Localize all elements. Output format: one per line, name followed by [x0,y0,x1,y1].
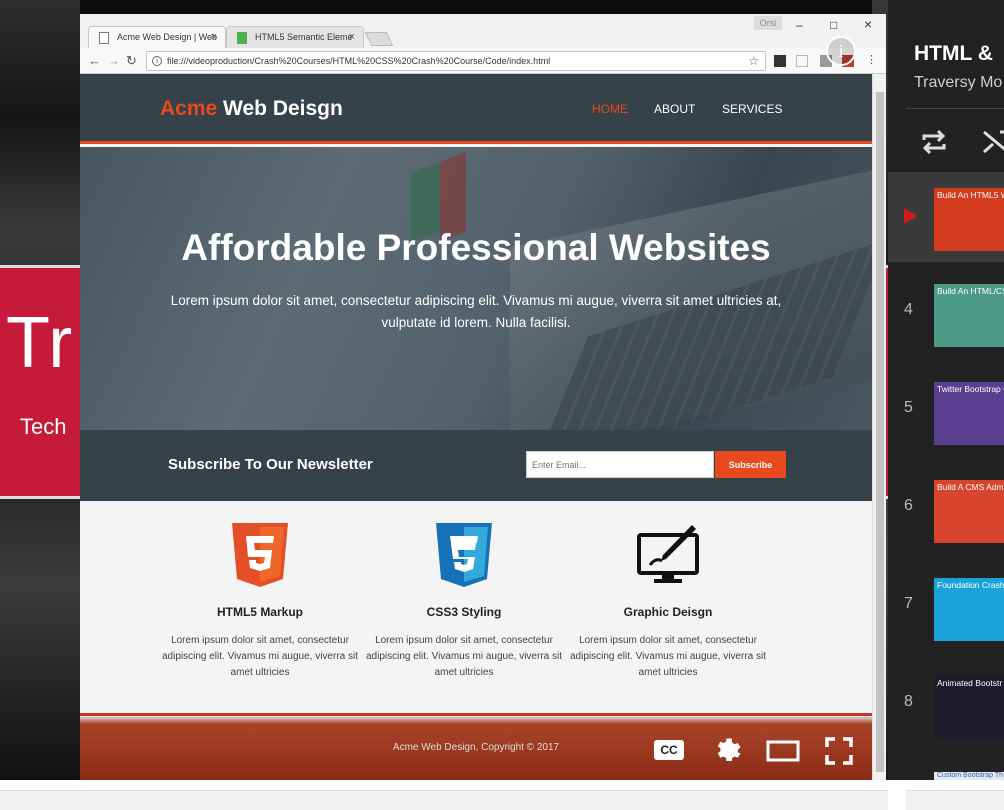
site-header: Acme Web Deisgn HOME ABOUT SERVICES [80,74,872,144]
page-bottom [0,780,1004,810]
menu-icon[interactable]: ⋮ [866,53,877,66]
feature-boxes: HTML5 Markup Lorem ipsum dolor sit amet,… [80,501,872,713]
nav-services[interactable]: SERVICES [722,102,782,116]
theater-mode-icon[interactable] [766,736,800,766]
new-tab-button[interactable] [364,32,394,46]
tab-label: Acme Web Design | Web [117,32,218,42]
browser-window: Acme Web Design | Web × HTML5 Semantic E… [80,14,886,780]
address-bar: ← → ↻ i file:///videoproduction/Crash%20… [80,48,886,74]
newsletter-title: Subscribe To Our Newsletter [168,456,373,473]
tab-acme[interactable]: Acme Web Design | Web × [88,26,226,48]
scrollbar-thumb[interactable] [876,92,884,772]
playlist-channel[interactable]: Traversy Mo [914,74,1002,92]
minimize-icon[interactable]: – [796,18,803,32]
extension-icon[interactable] [796,55,808,67]
thumbnail-caption: Build An HTML5 W [937,190,1004,200]
video-player[interactable]: Tr Tech Acme Web Design | Web × HTML5 Se… [0,0,888,780]
copyright-text: Acme Web Design, Copyright © 2017 [392,742,560,753]
playlist-index: 5 [904,399,913,416]
now-playing-icon [904,208,917,224]
divider [906,108,1004,109]
feature-text: Lorem ipsum dolor sit amet, consectetur … [365,635,562,678]
nav-about[interactable]: ABOUT [654,102,695,116]
site-footer: Acme Web Design, Copyright © 2017 [80,713,872,780]
tab-label: HTML5 Semantic Eleme [255,32,353,42]
playlist-item[interactable]: Build An HTML5 W [888,172,1004,262]
playlist-index: 4 [904,301,913,318]
thumbnail-caption: Animated Bootstr [937,678,1003,688]
playlist-item[interactable]: 7 Foundation Crash Course [888,562,1004,652]
css3-icon [436,523,492,587]
feature-title: Graphic Deisgn [623,605,713,619]
thumbnail-caption: Twitter Bootstrap C [937,384,1004,394]
close-tab-icon[interactable]: × [349,31,355,43]
loop-icon[interactable] [918,126,950,158]
feature-title: HTML5 Markup [216,605,303,619]
thumbnail-caption: Foundation Crash Course [937,580,1004,590]
bookmark-star-icon[interactable]: ☆ [748,54,759,68]
video-thumbnail[interactable]: Custom Bootstrap Th [934,772,1004,780]
newsletter: Subscribe To Our Newsletter Subscribe [80,430,872,501]
site-logo[interactable]: Acme Web Deisgn [160,97,343,121]
playlist-item[interactable]: 8 Animated Bootstr [888,660,1004,750]
playlist-index: 8 [904,693,913,710]
subscribe-button[interactable]: Subscribe [715,451,786,478]
playlist-item[interactable]: 5 Twitter Bootstrap C [888,366,1004,456]
background-slide-subtitle: Tech [20,414,67,439]
feature-text: Lorem ipsum dolor sit amet, consectetur … [569,635,766,678]
showcase: Affordable Professional Websites Lorem i… [80,147,872,430]
page-icon [99,32,109,44]
video-thumbnail[interactable]: Foundation Crash Course [934,578,1004,641]
playlist-item[interactable]: 6 Build A CMS Adm [888,464,1004,554]
settings-icon[interactable] [712,736,742,766]
below-sidebar-area [906,790,1004,810]
shuffle-icon[interactable] [980,126,1004,158]
extension-icon[interactable] [774,55,786,67]
tab-html5-semantic[interactable]: HTML5 Semantic Eleme × [226,26,364,48]
webpage: Acme Web Deisgn HOME ABOUT SERVICES Affo… [80,74,872,780]
close-tab-icon[interactable]: × [211,31,217,43]
video-thumbnail[interactable]: Build An HTML5 W [934,188,1004,251]
url-field[interactable]: i file:///videoproduction/Crash%20Course… [146,51,766,71]
site-info-icon[interactable]: i [152,56,162,66]
scrollbar[interactable] [872,74,886,780]
close-window-icon[interactable]: × [864,16,872,32]
playlist-panel: HTML & Traversy Mo Build An HTML5 W 4 Bu… [888,0,1004,780]
playlist-title[interactable]: HTML & [914,42,993,66]
page-icon [237,32,247,44]
playlist-item[interactable]: 4 Build An HTML/CS [888,268,1004,358]
back-icon[interactable]: ← [88,53,101,68]
nav-home[interactable]: HOME [592,102,628,116]
overlay [80,147,872,430]
html5-icon [232,523,288,587]
playlist-item[interactable]: Custom Bootstrap Th [888,756,1004,780]
video-thumbnail[interactable]: Build An HTML/CS [934,284,1004,347]
video-thumbnail[interactable]: Build A CMS Adm [934,480,1004,543]
reload-icon[interactable]: ↻ [126,53,137,69]
browser-titlebar: Acme Web Design | Web × HTML5 Semantic E… [80,14,886,48]
thumbnail-caption: Build An HTML/CS [937,286,1004,296]
below-player-area [0,790,888,810]
showcase-title: Affordable Professional Websites [181,227,771,268]
feature-text: Lorem ipsum dolor sit amet, consectetur … [161,635,358,678]
background-slide-title: Tr [6,303,74,383]
captions-button[interactable]: CC [654,740,684,760]
email-field[interactable] [526,451,714,478]
video-thumbnail[interactable]: Twitter Bootstrap C [934,382,1004,445]
thumbnail-caption: Custom Bootstrap Th [937,772,1004,779]
video-thumbnail[interactable]: Animated Bootstr [934,676,1004,739]
showcase-text: Lorem ipsum dolor sit amet, consectetur … [170,293,782,330]
graphic-design-icon [637,525,699,583]
info-icon[interactable]: i [826,36,856,66]
profile-badge[interactable]: Orsi [754,16,782,30]
playlist-index: 7 [904,595,913,612]
thumbnail-caption: Build A CMS Adm [937,482,1004,492]
maximize-icon[interactable]: □ [830,18,837,32]
playlist-index: 6 [904,497,913,514]
forward-icon[interactable]: → [107,53,120,68]
feature-title: CSS3 Styling [426,605,502,619]
fullscreen-icon[interactable] [824,736,854,766]
url-text: file:///videoproduction/Crash%20Courses/… [167,56,551,66]
